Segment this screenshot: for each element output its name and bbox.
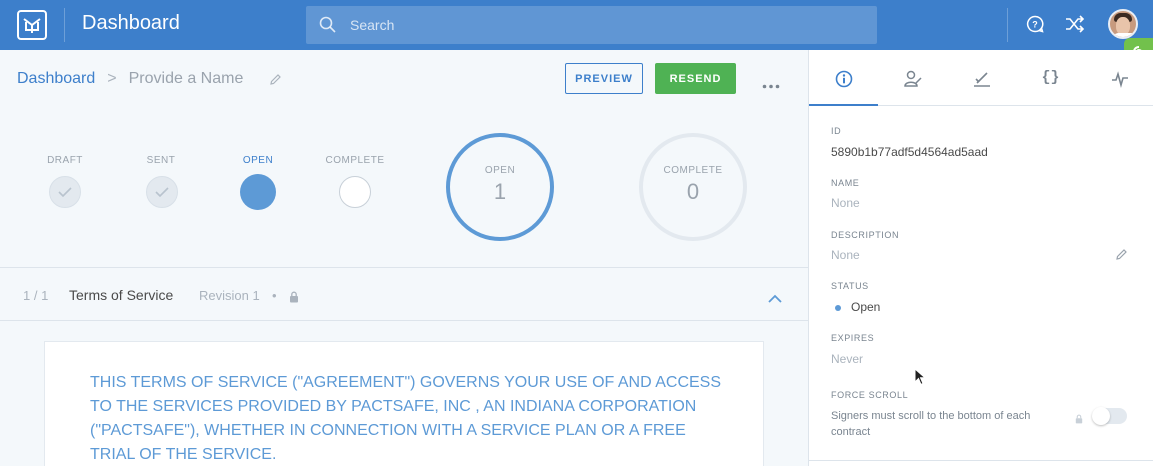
resend-button[interactable]: RESEND <box>655 63 736 94</box>
step-open: OPEN <box>228 155 288 166</box>
activity-icon <box>1112 71 1128 88</box>
status-value: Open <box>851 300 881 314</box>
shuffle-icon[interactable] <box>1065 15 1085 38</box>
contract-text: THIS TERMS OF SERVICE ("AGREEMENT") GOVE… <box>90 374 722 463</box>
description-value[interactable]: None <box>831 248 860 262</box>
step-open-indicator <box>240 174 276 210</box>
id-label: ID <box>831 126 842 136</box>
open-counter-label: OPEN <box>484 165 516 176</box>
tab-signature[interactable] <box>947 50 1016 106</box>
tab-info[interactable] <box>809 50 878 106</box>
step-complete-indicator <box>339 176 371 208</box>
force-scroll-label: FORCE SCROLL <box>831 390 909 400</box>
status-dot <box>835 305 841 311</box>
search-icon <box>319 16 336 33</box>
complete-counter-value: 0 <box>686 179 700 204</box>
separator-dot: • <box>272 288 277 303</box>
top-bar: Dashboard ? <box>0 0 1153 82</box>
step-label: OPEN <box>242 155 274 166</box>
contract-document: THIS TERMS OF SERVICE ("AGREEMENT") GOVE… <box>44 341 764 466</box>
id-value: 5890b1b77adf5d4564ad5aad <box>831 145 988 159</box>
step-sent: SENT <box>131 155 191 166</box>
name-value[interactable]: None <box>831 196 860 210</box>
step-sent-check <box>146 176 178 208</box>
contract-count: 1 / 1 <box>23 288 49 303</box>
mouse-cursor-icon <box>914 367 927 391</box>
name-label: NAME <box>831 178 860 188</box>
lock-icon <box>289 290 299 308</box>
expires-label: EXPIRES <box>831 333 875 343</box>
complete-counter: COMPLETE 0 <box>639 133 747 241</box>
breadcrumb-root-link[interactable]: Dashboard <box>17 70 95 87</box>
edit-description-pencil-icon[interactable] <box>1115 248 1128 266</box>
check-icon <box>155 187 169 198</box>
side-panel-tabs: {} <box>809 50 1153 106</box>
chevron-up-icon[interactable] <box>767 291 783 309</box>
expires-value[interactable]: Never <box>831 352 863 366</box>
step-draft-check <box>49 176 81 208</box>
avatar[interactable] <box>1108 9 1138 39</box>
divider <box>809 460 1153 461</box>
lock-icon <box>1075 411 1083 429</box>
status-label: STATUS <box>831 281 869 291</box>
info-icon <box>835 70 853 88</box>
pactsafe-logo-icon[interactable] <box>17 10 47 40</box>
data-braces-icon: {} <box>1041 69 1060 86</box>
force-scroll-toggle[interactable] <box>1092 407 1127 425</box>
open-counter: OPEN 1 <box>446 133 554 241</box>
preview-button[interactable]: PREVIEW <box>565 63 643 94</box>
svg-text:?: ? <box>1032 20 1038 30</box>
contract-title: Terms of Service <box>69 287 174 303</box>
contract-revision: Revision 1 <box>199 288 260 303</box>
step-label: DRAFT <box>47 155 83 166</box>
step-label: COMPLETE <box>325 155 385 166</box>
check-icon <box>58 187 72 198</box>
tab-activity[interactable] <box>1085 50 1153 106</box>
force-scroll-description: Signers must scroll to the bottom of eac… <box>831 410 1031 438</box>
tab-signer[interactable] <box>878 50 947 106</box>
contract-section-header[interactable]: 1 / 1 Terms of Service Revision 1 • <box>0 267 808 321</box>
more-options-icon[interactable] <box>762 76 780 94</box>
breadcrumb-separator: > <box>107 70 117 87</box>
toggle-knob <box>1092 407 1110 425</box>
help-icon[interactable]: ? <box>1026 15 1044 38</box>
search-bar[interactable] <box>306 6 877 44</box>
tab-data[interactable]: {} <box>1016 50 1085 106</box>
main-panel: Dashboard > Provide a Name PREVIEW RESEND … <box>0 50 808 466</box>
signer-icon <box>904 70 922 87</box>
description-label: DESCRIPTION <box>831 230 900 240</box>
breadcrumb: Dashboard > Provide a Name <box>17 70 243 88</box>
topbar-divider <box>64 8 65 42</box>
breadcrumb-current[interactable]: Provide a Name <box>129 70 244 87</box>
edit-name-pencil-icon[interactable] <box>269 73 282 91</box>
page-title: Dashboard <box>82 12 180 34</box>
step-draft: DRAFT <box>35 155 95 166</box>
details-side-panel: {} ID 5890b1b77adf5d4564ad5aad NAME None… <box>808 50 1153 466</box>
complete-counter-label: COMPLETE <box>663 165 723 176</box>
search-input[interactable] <box>350 14 850 36</box>
signature-icon <box>974 72 990 87</box>
step-label: SENT <box>146 155 176 166</box>
topbar-divider <box>1007 8 1008 42</box>
open-counter-value: 1 <box>493 179 507 204</box>
step-complete: COMPLETE <box>325 155 385 166</box>
